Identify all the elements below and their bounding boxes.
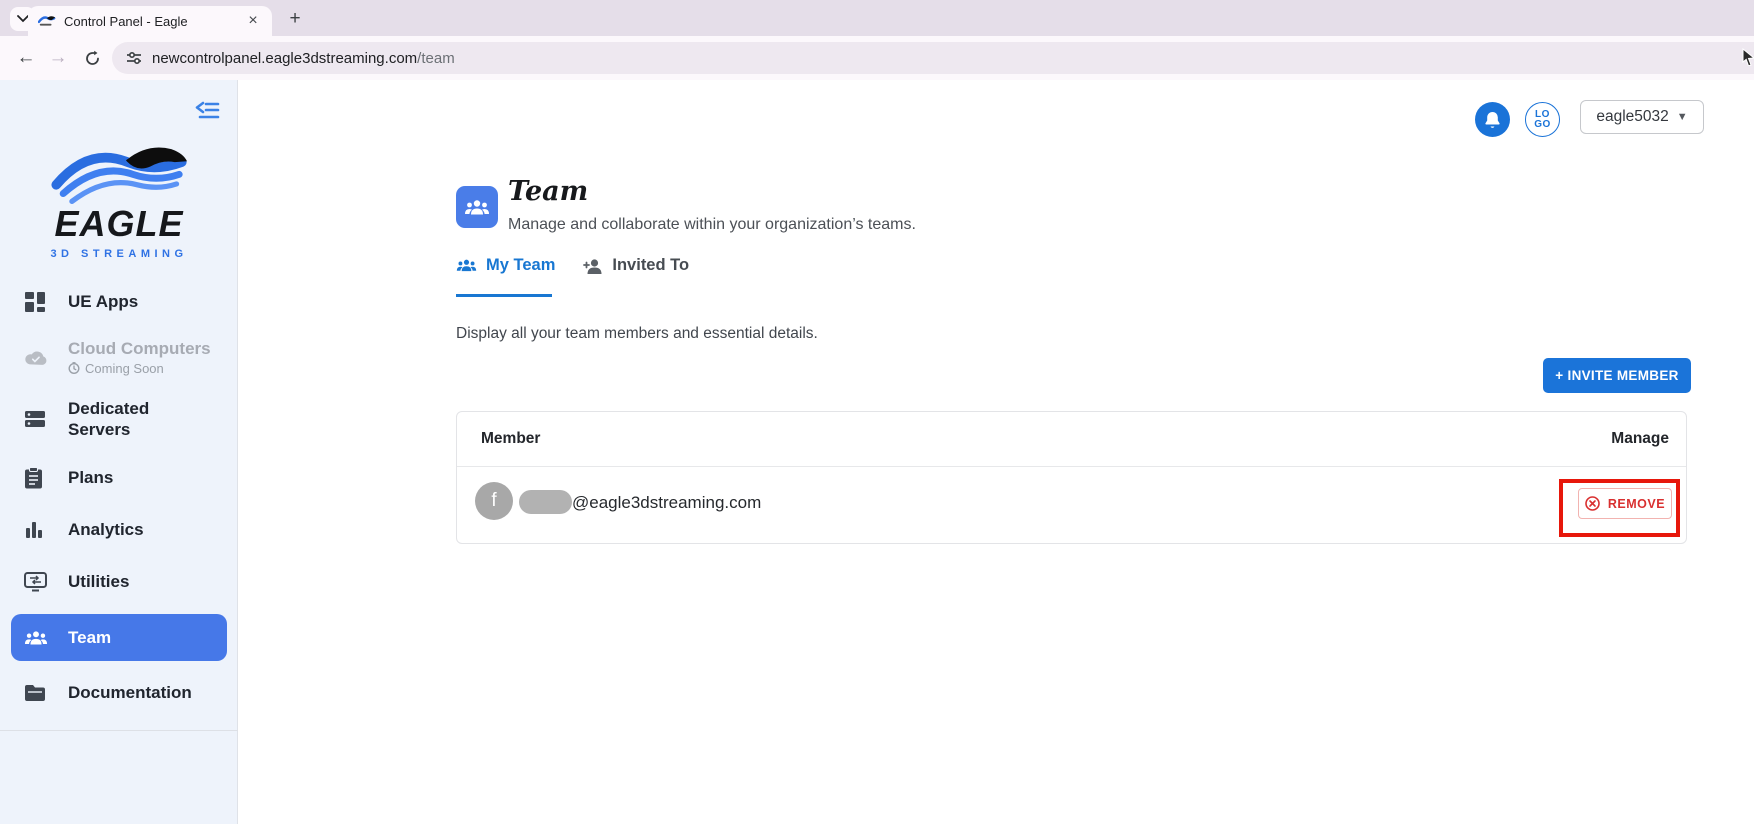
team-page-icon: [456, 186, 498, 228]
sidebar-item-utilities[interactable]: Utilities: [0, 556, 238, 608]
member-avatar: f: [475, 482, 513, 520]
sidebar-item-analytics[interactable]: Analytics: [0, 504, 238, 556]
reload-icon: [85, 50, 99, 65]
server-icon: [24, 407, 48, 431]
team-tabs: My Team Invited To: [456, 256, 689, 275]
people-icon: [456, 259, 477, 272]
monitor-transfer-icon: [24, 570, 48, 594]
collapse-sidebar-icon: [195, 101, 220, 119]
url-text: newcontrolpanel.eagle3dstreaming.com/tea…: [152, 50, 455, 67]
org-logo-text: GO: [1534, 118, 1551, 130]
coming-soon-badge: Coming Soon: [68, 361, 211, 376]
sidebar-collapse-button[interactable]: [194, 98, 222, 122]
brand-tagline: 3D STREAMING: [50, 248, 188, 260]
sidebar-item-dedicated-servers[interactable]: Dedicated Servers: [0, 386, 238, 452]
account-dropdown[interactable]: eagle5032 ▼: [1580, 100, 1704, 134]
table-header-row: Member Manage: [457, 412, 1686, 467]
clock-icon: [68, 362, 80, 375]
caret-down-icon: ▼: [1676, 111, 1688, 123]
person-add-icon: [583, 258, 602, 274]
brand-name: EAGLE: [54, 203, 184, 244]
account-name: eagle5032: [1596, 108, 1669, 125]
url-bar[interactable]: newcontrolpanel.eagle3dstreaming.com/tea…: [112, 42, 1754, 74]
sidebar-item-label: Plans: [68, 468, 114, 488]
tab-label: Invited To: [612, 256, 690, 274]
browser-toolbar: ← → newcontrolpanel.eagle3dstreaming.com…: [0, 36, 1754, 80]
site-settings-icon: [127, 51, 141, 65]
tab-invited-to[interactable]: Invited To: [583, 256, 689, 275]
mouse-cursor: [1742, 48, 1754, 66]
folder-icon: [24, 681, 48, 705]
sidebar-item-label: Utilities: [68, 572, 130, 592]
invite-member-button[interactable]: + INVITE MEMBER: [1543, 358, 1691, 393]
clipboard-icon: [24, 466, 48, 490]
sidebar-item-cloud-computers: Cloud Computers Coming Soon: [0, 328, 238, 386]
sidebar-item-ue-apps[interactable]: UE Apps: [0, 276, 238, 328]
page-title: Team: [508, 176, 589, 207]
tab-close-icon[interactable]: ×: [244, 12, 262, 30]
sidebar-item-documentation[interactable]: Documentation: [0, 667, 238, 719]
sidebar-item-label: UE Apps: [68, 292, 139, 312]
team-people-icon: [24, 626, 48, 650]
sidebar-nav: UE Apps Cloud Computers Coming Soon Dedi…: [0, 276, 238, 719]
main-content: LO GO eagle5032 ▼ Team Manage and collab…: [238, 80, 1754, 824]
member-email: @eagle3dstreaming.com: [572, 493, 762, 512]
sidebar-item-label: Analytics: [68, 520, 144, 540]
back-button[interactable]: ←: [10, 42, 42, 74]
remove-label: REMOVE: [1607, 496, 1666, 511]
dashboard-grid-icon: [24, 290, 48, 314]
table-row: f @eagle3dstreaming.com REMOVE: [457, 467, 1686, 544]
sidebar-item-label: Dedicated Servers: [68, 398, 150, 439]
active-tab-underline: [456, 294, 552, 297]
bar-chart-icon: [24, 518, 48, 542]
tab-label: My Team: [486, 256, 556, 274]
page-content: EAGLE 3D STREAMING UE Apps Cloud Compute…: [0, 80, 1754, 824]
eagle-logo-icon: [51, 147, 187, 204]
cancel-circle-icon: [1585, 496, 1600, 511]
sidebar-item-team[interactable]: Team: [11, 614, 227, 661]
column-member: Member: [481, 430, 541, 447]
sidebar-item-plans[interactable]: Plans: [0, 452, 238, 504]
org-logo-avatar[interactable]: LO GO: [1525, 102, 1560, 137]
reload-button[interactable]: [76, 42, 108, 74]
url-path: /team: [417, 49, 455, 67]
browser-tab-strip: Control Panel - Eagle × +: [0, 0, 1754, 36]
notifications-button[interactable]: [1475, 102, 1510, 137]
page-subtitle: Manage and collaborate within your organ…: [508, 216, 916, 233]
tab-title: Control Panel - Eagle: [64, 13, 188, 29]
url-host: newcontrolpanel.eagle3dstreaming.com: [152, 49, 418, 67]
new-tab-button[interactable]: +: [284, 8, 306, 30]
sidebar-item-label: Cloud Computers: [68, 339, 211, 359]
browser-tab[interactable]: Control Panel - Eagle ×: [28, 6, 272, 36]
column-manage: Manage: [1611, 430, 1669, 447]
section-description: Display all your team members and essent…: [456, 325, 818, 342]
sidebar: EAGLE 3D STREAMING UE Apps Cloud Compute…: [0, 80, 238, 824]
brand-logo: EAGLE 3D STREAMING: [0, 136, 238, 260]
forward-button: →: [48, 47, 68, 68]
eagle-favicon: [38, 16, 56, 26]
members-table: Member Manage f @eagle3dstreaming.com RE…: [456, 411, 1687, 544]
chevron-down-icon: [16, 15, 29, 23]
cloud-icon: [24, 345, 48, 369]
tab-my-team[interactable]: My Team: [456, 256, 555, 275]
sidebar-footer-divider: [0, 730, 238, 731]
bell-icon: [1485, 111, 1500, 128]
remove-member-button[interactable]: REMOVE: [1578, 488, 1672, 519]
sidebar-item-label: Documentation: [68, 683, 192, 703]
sidebar-item-label: Team: [68, 627, 112, 647]
redacted-username: [519, 490, 572, 514]
